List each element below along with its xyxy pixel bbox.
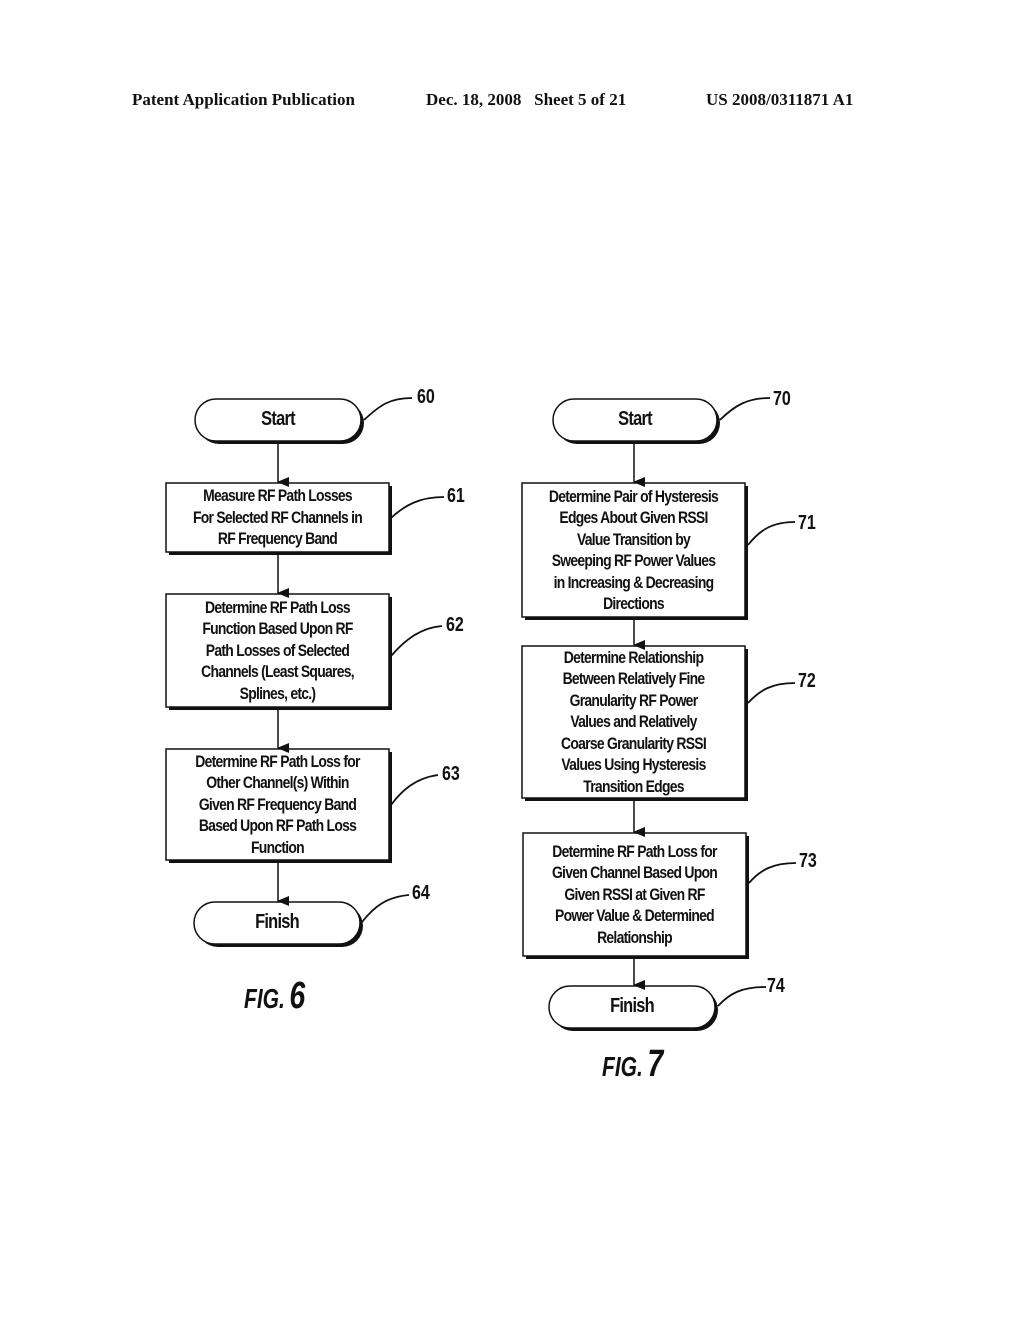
fig7-ref-72: 72 [798, 670, 816, 692]
fig6-start-label: Start [261, 408, 295, 431]
fig6-step62-label: Determine RF Path Loss Function Based Up… [201, 597, 354, 703]
fig7-leader-72 [747, 682, 796, 704]
fig6-finish-label: Finish [255, 911, 300, 934]
fig7-ref-73: 73 [799, 850, 817, 872]
fig7-leader-70 [719, 397, 771, 421]
fig6-caption: FIG. 6 [244, 975, 305, 1018]
fig7-leader-74 [717, 986, 767, 1007]
fig6-ref-64: 64 [412, 882, 430, 904]
fig6-ref-60: 60 [417, 386, 435, 408]
fig6-step63-label: Determine RF Path Loss for Other Channel… [195, 751, 360, 857]
fig7-ref-70: 70 [773, 388, 791, 410]
fig6-ref-62: 62 [446, 614, 464, 636]
fig6-leader-62 [390, 625, 443, 657]
fig6-ref-63: 63 [442, 763, 460, 785]
fig6-caption-prefix: FIG. [244, 983, 285, 1014]
fig6-leader-61 [390, 496, 445, 519]
fig7-ref-74: 74 [767, 975, 785, 997]
fig6-step61-label: Measure RF Path Losses For Selected RF C… [192, 486, 363, 549]
fig7-ref-71: 71 [798, 512, 816, 534]
fig7-caption: FIG. 7 [602, 1043, 663, 1086]
fig6-leader-64 [361, 894, 410, 923]
fig7-caption-number: 7 [647, 1043, 664, 1085]
fig7-caption-prefix: FIG. [602, 1051, 643, 1082]
flowchart-canvas [165, 397, 797, 1031]
fig7-leader-71 [747, 521, 796, 546]
fig6-caption-number: 6 [289, 975, 306, 1017]
fig7-start-label: Start [618, 408, 652, 431]
fig7-leader-73 [748, 862, 797, 884]
fig6-leader-60 [363, 397, 413, 421]
fig6-ref-61: 61 [447, 485, 465, 507]
fig7-step71-label: Determine Pair of Hysteresis Edges About… [548, 486, 719, 614]
fig7-step73-label: Determine RF Path Loss for Given Channel… [551, 841, 718, 947]
fig6-leader-63 [390, 774, 439, 806]
fig7-finish-label: Finish [610, 995, 655, 1018]
fig7-step72-label: Determine Relationship Between Relativel… [561, 647, 707, 796]
